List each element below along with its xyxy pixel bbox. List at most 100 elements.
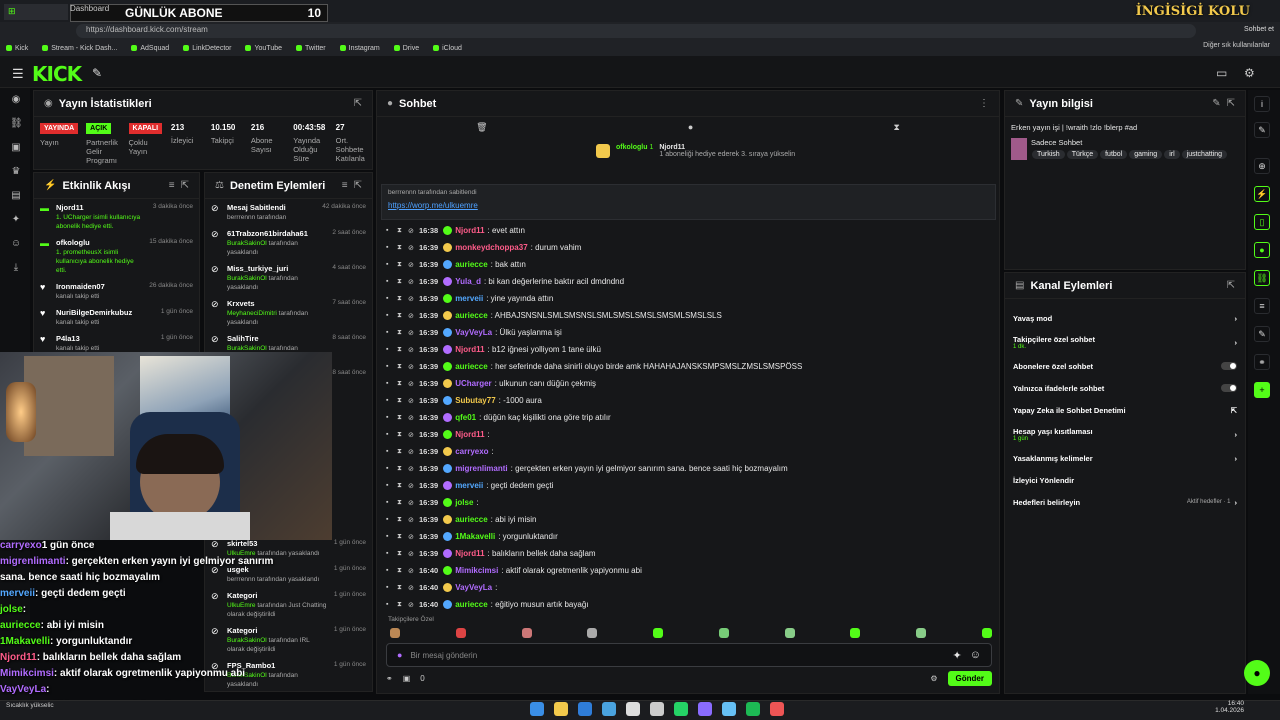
ban-icon[interactable]: ⊘	[408, 499, 416, 507]
tag-chip[interactable]: irl	[1164, 150, 1180, 159]
timeout-icon[interactable]: ⧗	[397, 346, 405, 354]
emote[interactable]	[981, 628, 992, 638]
ban-icon[interactable]: ⊘	[408, 516, 416, 524]
item-name[interactable]: P4la13	[56, 334, 155, 343]
action-item[interactable]: Hedefleri belirleyin Aktif hedefler · 1 ›	[1005, 491, 1245, 513]
action-control[interactable]	[1221, 384, 1237, 392]
chat-message[interactable]: ▪ ⧗ ⊘ 16:39 monkeydchoppa37: durum vahim	[386, 239, 996, 256]
action-item[interactable]: Hesap yaşı kısıtlaması 1 gün ›	[1005, 421, 1245, 447]
item-name[interactable]: Miss_turkiye_juri	[227, 264, 326, 273]
ban-icon[interactable]: ⊘	[408, 295, 416, 303]
chat-button[interactable]: Sohbet et	[1244, 26, 1274, 33]
action-item[interactable]: Abonelere özel sohbet	[1005, 355, 1245, 377]
timeout-icon[interactable]: ⧗	[397, 448, 405, 456]
chat-message[interactable]: ▪ ⧗ ⊘ 16:39 UCharger: ulkunun canı düğün çek…	[386, 375, 996, 392]
trophy-icon[interactable]: ♛	[10, 166, 22, 178]
ban-icon[interactable]: ⊘	[408, 227, 416, 235]
action-control[interactable]: ›	[1235, 454, 1238, 463]
timeout-icon[interactable]: ⧗	[397, 499, 405, 507]
ban-icon[interactable]: ⊘	[408, 312, 416, 320]
tag-chip[interactable]: Turkish	[1032, 150, 1065, 159]
group-icon[interactable]: ⚭	[1254, 354, 1270, 370]
ban-icon[interactable]: ⊘	[408, 584, 416, 592]
list-item[interactable]: ♥ Ironmaiden07 kanalı takip etti 26 dakika …	[34, 278, 199, 304]
bookmark-item[interactable]: Twitter	[296, 45, 326, 52]
chat-message[interactable]: ▪ ⧗ ⊘ 16:40 Mimikcimsi: aktif olarak ogretme…	[386, 562, 996, 579]
taskbar-app-icon[interactable]	[554, 702, 568, 716]
chat-message[interactable]: ▪ ⧗ ⊘ 16:39 qfe01: düğün kaç kişilikti ona g…	[386, 409, 996, 426]
delete-icon[interactable]: ▪	[386, 516, 394, 523]
bookmark-item[interactable]: Kick	[6, 45, 28, 52]
delete-icon[interactable]: ▪	[386, 363, 394, 370]
ban-icon[interactable]: ⊘	[408, 567, 416, 575]
popout-icon[interactable]: ⇱	[354, 98, 362, 109]
item-name[interactable]: SalihTire	[227, 334, 326, 343]
delete-icon[interactable]: ▪	[386, 431, 394, 438]
message-user[interactable]: VayVeyLa	[455, 328, 492, 337]
smile-icon[interactable]: ☺	[970, 649, 981, 661]
item-user[interactable]: BurakSakinOl	[227, 345, 267, 352]
bolt-icon[interactable]: ⚡	[1254, 186, 1270, 202]
timeout-icon[interactable]: ⧗	[397, 465, 405, 473]
ban-icon[interactable]: ⊘	[408, 363, 416, 371]
list-item[interactable]: ⊘ Krxvets MeyhaneciDimitri tarafından yasa…	[205, 295, 372, 330]
delete-icon[interactable]: ▪	[386, 312, 394, 319]
action-control[interactable]: ⇱	[1231, 406, 1237, 415]
item-name[interactable]: Kategori	[227, 591, 328, 600]
action-item[interactable]: Takipçilere özel sohbet 1 dk. ›	[1005, 329, 1245, 355]
taskbar-app-icon[interactable]	[626, 702, 640, 716]
toggle-switch[interactable]	[1221, 384, 1237, 392]
kick-logo[interactable]: KICK	[32, 62, 82, 86]
bookmark-item[interactable]: Instagram	[339, 45, 380, 52]
action-control[interactable]: Aktif hedefler · 1 ›	[1187, 498, 1237, 507]
chat-message[interactable]: ▪ ⧗ ⊘ 16:40 VayVeyLa:	[386, 579, 996, 596]
page-icon[interactable]: ▯	[1254, 214, 1270, 230]
hourglass-icon[interactable]: ⧗	[894, 122, 900, 133]
chat-settings-icon[interactable]: ⚙	[930, 674, 937, 683]
message-user[interactable]: merveii	[455, 294, 483, 303]
ban-icon[interactable]: ⊘	[408, 465, 416, 473]
message-user[interactable]: auriecce	[455, 600, 487, 609]
chat-message[interactable]: ▪ ⧗ ⊘ 16:39 1Makavelli: yorgunluktandır	[386, 528, 996, 545]
tag-chip[interactable]: Türkçe	[1066, 150, 1099, 159]
timeout-icon[interactable]: ⧗	[397, 601, 405, 609]
action-item[interactable]: Yavaş mod ›	[1005, 307, 1245, 329]
emote[interactable]	[653, 628, 664, 638]
emote[interactable]	[916, 628, 927, 638]
url-input[interactable]: https://dashboard.kick.com/stream	[76, 24, 1196, 38]
timeout-icon[interactable]: ⧗	[397, 397, 405, 405]
item-name[interactable]: NuriBilgeDemirkubuz	[56, 308, 155, 317]
target-icon[interactable]: ⊕	[1254, 158, 1270, 174]
more-icon[interactable]: ⋮	[979, 98, 989, 109]
ban-icon[interactable]: ⊘	[408, 346, 416, 354]
item-name[interactable]: Krxvets	[227, 299, 326, 308]
message-user[interactable]: auriecce	[455, 260, 487, 269]
timeout-icon[interactable]: ⧗	[397, 584, 405, 592]
taskbar-app-icon[interactable]	[674, 702, 688, 716]
item-user[interactable]: BurakSakinOl	[227, 275, 267, 282]
list-icon[interactable]: ≡	[1254, 298, 1270, 314]
chat-message[interactable]: ▪ ⧗ ⊘ 16:39 migrenlimanti: gerçekten erken y…	[386, 460, 996, 477]
item-name[interactable]: skirtel53	[227, 539, 328, 548]
timeout-icon[interactable]: ⧗	[397, 261, 405, 269]
emote[interactable]	[587, 628, 598, 638]
info-icon[interactable]: i	[1254, 96, 1270, 112]
chat-message[interactable]: ▪ ⧗ ⊘ 16:39 Njord11: balıkların bellek daha …	[386, 545, 996, 562]
link-icon[interactable]: ⛓	[1254, 270, 1270, 286]
delete-icon[interactable]: ▪	[386, 380, 394, 387]
item-name[interactable]: Ironmaiden07	[56, 282, 143, 291]
message-user[interactable]: Njord11	[455, 430, 484, 439]
action-control[interactable]	[1221, 362, 1237, 370]
browser-tab[interactable]: ⊞	[4, 4, 68, 20]
chat-message[interactable]: ▪ ⧗ ⊘ 16:39 auriecce: abi iyi misin	[386, 511, 996, 528]
message-user[interactable]: Njord11	[455, 226, 484, 235]
bookmark-item[interactable]: iCloud	[433, 45, 462, 52]
pin-icon[interactable]: ✎	[92, 66, 102, 80]
message-user[interactable]: Mimikcimsi	[455, 566, 498, 575]
message-user[interactable]: Yula_d	[455, 277, 481, 286]
mic-icon[interactable]: ●	[397, 650, 402, 660]
item-name[interactable]: Mesaj Sabitlendi	[227, 203, 316, 212]
filter-icon[interactable]: ≡	[342, 180, 348, 191]
delete-icon[interactable]: ▪	[386, 397, 394, 404]
chat-message[interactable]: ▪ ⧗ ⊘ 16:39 auriecce: her seferinde daha sin…	[386, 358, 996, 375]
